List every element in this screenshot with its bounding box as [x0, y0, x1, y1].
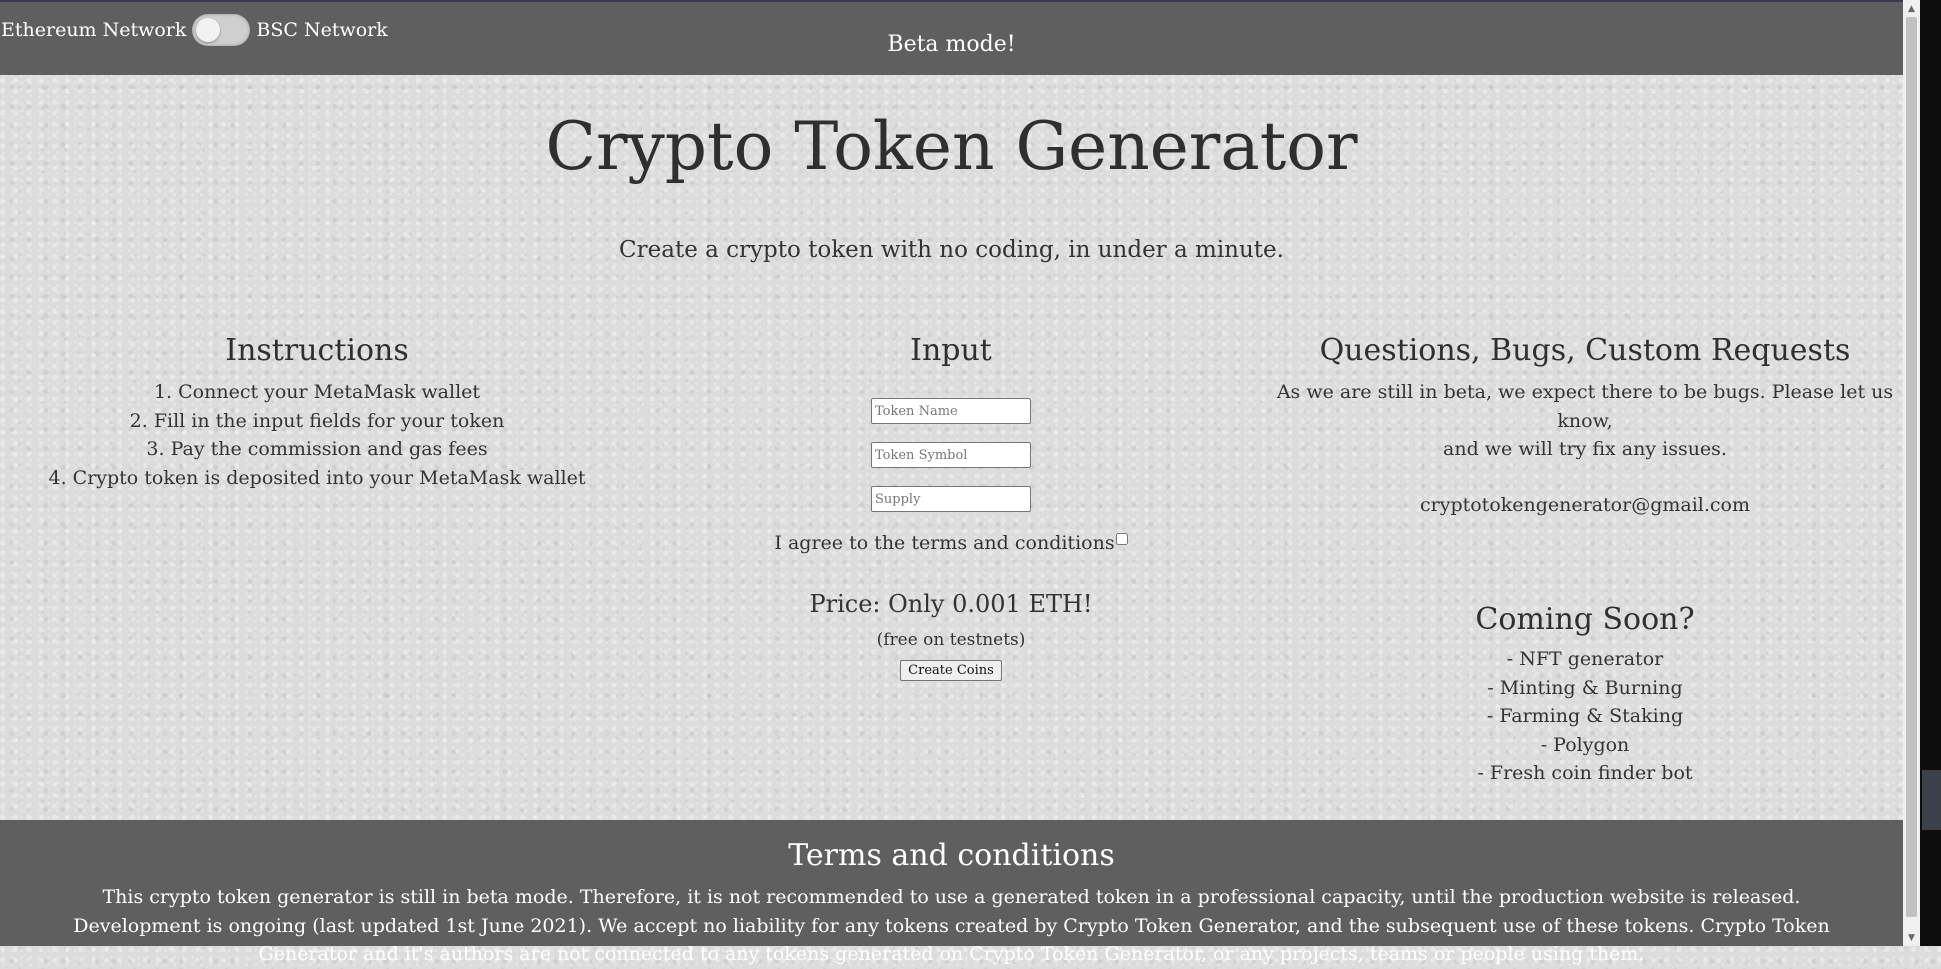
- contact-section: Questions, Bugs, Custom Requests As we a…: [1268, 333, 1902, 516]
- price-label: Price: Only 0.001 ETH!: [809, 590, 1093, 618]
- contact-text-line: As we are still in beta, we expect there…: [1276, 381, 1894, 432]
- instruction-step: 2. Fill in the input fields for your tok…: [129, 409, 505, 432]
- coming-soon-item: - Fresh coin finder bot: [1477, 762, 1693, 784]
- terms-text: This crypto token generator is still in …: [73, 886, 1830, 965]
- terms-agreement: I agree to the terms and conditions: [634, 532, 1268, 554]
- instruction-step: 3. Pay the commission and gas fees: [146, 438, 488, 460]
- beta-banner: Beta mode!: [887, 32, 1016, 57]
- coming-soon-item: - Farming & Staking: [1486, 705, 1684, 727]
- scrollbar-thumb[interactable]: [1906, 17, 1917, 917]
- contact-heading: Questions, Bugs, Custom Requests: [1319, 333, 1851, 368]
- instructions-list: 1. Connect your MetaMask wallet 2. Fill …: [0, 378, 634, 492]
- price-note: (free on testnets): [876, 630, 1026, 650]
- instructions-section: Instructions 1. Connect your MetaMask wa…: [0, 333, 634, 492]
- coming-soon-item: - NFT generator: [1506, 648, 1664, 670]
- contact-text-line: and we will try fix any issues.: [1443, 438, 1727, 460]
- side-strip: [1920, 0, 1941, 946]
- create-coins-button[interactable]: Create Coins: [900, 660, 1002, 681]
- page-title: Crypto Token Generator: [545, 108, 1358, 185]
- token-name-input[interactable]: [871, 398, 1031, 424]
- input-heading: Input: [910, 333, 992, 368]
- coming-soon-item: - Polygon: [1540, 733, 1630, 756]
- coming-soon-list: - NFT generator - Minting & Burning - Fa…: [1268, 645, 1902, 788]
- instructions-heading: Instructions: [225, 333, 409, 368]
- page: Ethereum Network BSC Network Beta mode! …: [0, 0, 1903, 965]
- token-form: [634, 398, 1268, 512]
- coming-soon-heading: Coming Soon?: [1475, 602, 1695, 637]
- top-bar: Ethereum Network BSC Network Beta mode!: [0, 0, 1903, 75]
- instruction-step: 4. Crypto token is deposited into your M…: [48, 466, 586, 489]
- input-section: Input I agree to the terms and condition…: [634, 333, 1268, 681]
- scroll-down-arrow-icon[interactable]: ▼: [1903, 929, 1920, 946]
- coming-soon-section: Coming Soon? - NFT generator - Minting &…: [1268, 602, 1902, 788]
- vertical-scrollbar[interactable]: ▲ ▼: [1903, 0, 1920, 946]
- contact-email: cryptotokengenerator@gmail.com: [1419, 493, 1750, 516]
- camera-preview: [1922, 770, 1941, 830]
- instruction-step: 1. Connect your MetaMask wallet: [153, 381, 481, 403]
- coming-soon-item: - Minting & Burning: [1487, 676, 1683, 699]
- terms-agreement-label: I agree to the terms and conditions: [774, 532, 1115, 554]
- contact-text: As we are still in beta, we expect there…: [1268, 378, 1902, 464]
- terms-footer: Terms and conditions This crypto token g…: [0, 820, 1903, 965]
- supply-input[interactable]: [871, 486, 1031, 512]
- terms-checkbox[interactable]: [1115, 533, 1128, 545]
- scroll-up-arrow-icon[interactable]: ▲: [1903, 0, 1920, 17]
- page-subtitle: Create a crypto token with no coding, in…: [619, 237, 1284, 263]
- token-symbol-input[interactable]: [871, 442, 1031, 468]
- terms-heading: Terms and conditions: [788, 838, 1115, 873]
